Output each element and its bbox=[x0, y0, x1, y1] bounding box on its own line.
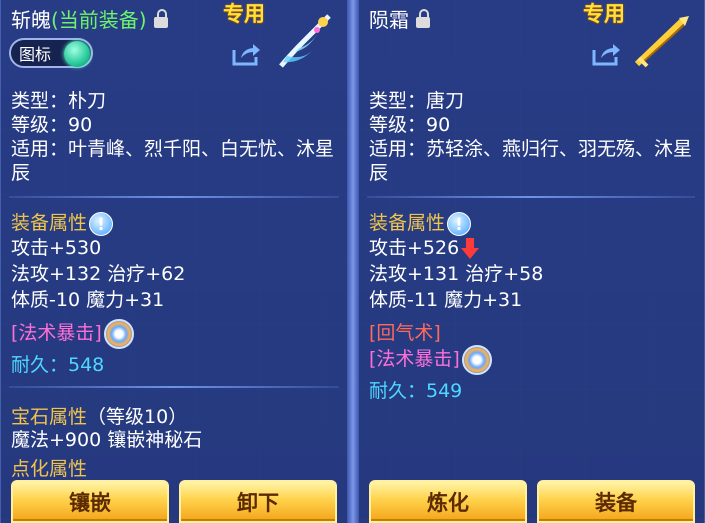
left-special-crit: [法术暴击] bbox=[11, 318, 134, 349]
right-exclusive-label: 专用 bbox=[583, 2, 625, 26]
right-stat-attack: 攻击+526 bbox=[369, 236, 480, 260]
left-exclusive-label: 专用 bbox=[223, 2, 265, 26]
right-durability: 耐久：549 bbox=[369, 380, 463, 402]
left-stat-magic: 法攻+132 治疗+62 bbox=[11, 263, 186, 285]
share-icon[interactable] bbox=[231, 42, 261, 66]
right-level: 等级：90 bbox=[369, 114, 451, 136]
left-level: 等级：90 bbox=[11, 114, 93, 136]
info-icon[interactable]: ! bbox=[447, 211, 472, 236]
right-title: 陨霜 bbox=[369, 4, 431, 33]
gem-attr-title: 宝石属性（等级10） bbox=[11, 406, 188, 428]
equip-button[interactable]: 装备 bbox=[537, 480, 695, 523]
compare-equipment-panel: 陨霜 专用 类型：唐刀 等级：90 适用：苏轻涂、燕归行、羽无殇、沐星辰 装备属… bbox=[358, 0, 705, 523]
gem-level: （等级10） bbox=[87, 406, 188, 428]
right-type: 类型：唐刀 bbox=[369, 90, 465, 112]
left-stat-attack: 攻击+530 bbox=[11, 237, 102, 259]
swirl-icon[interactable] bbox=[103, 318, 134, 349]
right-stat-body: 体质-11 魔力+31 bbox=[369, 289, 523, 311]
decrease-arrow-icon bbox=[461, 237, 480, 260]
blade-icon bbox=[634, 16, 689, 68]
left-stat-body: 体质-10 魔力+31 bbox=[11, 289, 165, 311]
left-divider-1 bbox=[9, 196, 339, 198]
icon-toggle-label: 图标 bbox=[19, 45, 52, 64]
right-attr-title: 装备属性! bbox=[369, 208, 472, 236]
right-special-crit: [法术暴击] bbox=[369, 344, 492, 375]
left-title: 斩魄 (当前装备) bbox=[11, 4, 169, 33]
panel-divider bbox=[348, 0, 358, 523]
left-item-name: 斩魄 bbox=[11, 8, 51, 32]
left-divider-2 bbox=[9, 386, 339, 388]
right-item-name: 陨霜 bbox=[369, 8, 409, 32]
swirl-icon[interactable] bbox=[461, 344, 492, 375]
right-divider-1 bbox=[367, 196, 695, 198]
right-special-qi: [回气术] bbox=[369, 322, 441, 344]
left-attr-title: 装备属性! bbox=[11, 208, 114, 236]
gem-stat: 魔法+900 镶嵌神秘石 bbox=[11, 429, 203, 451]
inlay-button[interactable]: 镶嵌 bbox=[11, 480, 169, 523]
left-applicable: 适用：叶青峰、烈千阳、白无忧、沐星辰 bbox=[11, 138, 335, 184]
toggle-knob bbox=[64, 41, 90, 67]
right-stat-magic: 法攻+131 治疗+58 bbox=[369, 263, 544, 285]
left-durability: 耐久：548 bbox=[11, 354, 105, 376]
refine-button[interactable]: 炼化 bbox=[369, 480, 527, 523]
equipped-note: (当前装备) bbox=[51, 8, 147, 32]
unlock-icon[interactable] bbox=[415, 8, 431, 29]
info-icon[interactable]: ! bbox=[89, 211, 114, 236]
refine-attr-title: 点化属性 bbox=[11, 458, 88, 480]
current-equipment-panel: 斩魄 (当前装备) 专用 图标 类型：朴刀 等级：90 适用：叶青峰、烈千阳、白… bbox=[0, 0, 348, 523]
unlock-icon[interactable] bbox=[153, 8, 169, 29]
icon-toggle[interactable]: 图标 bbox=[9, 38, 93, 68]
sword-icon bbox=[279, 14, 331, 68]
share-icon[interactable] bbox=[591, 42, 621, 66]
left-type: 类型：朴刀 bbox=[11, 90, 107, 112]
right-applicable: 适用：苏轻涂、燕归行、羽无殇、沐星辰 bbox=[369, 138, 693, 184]
unequip-button[interactable]: 卸下 bbox=[179, 480, 337, 523]
